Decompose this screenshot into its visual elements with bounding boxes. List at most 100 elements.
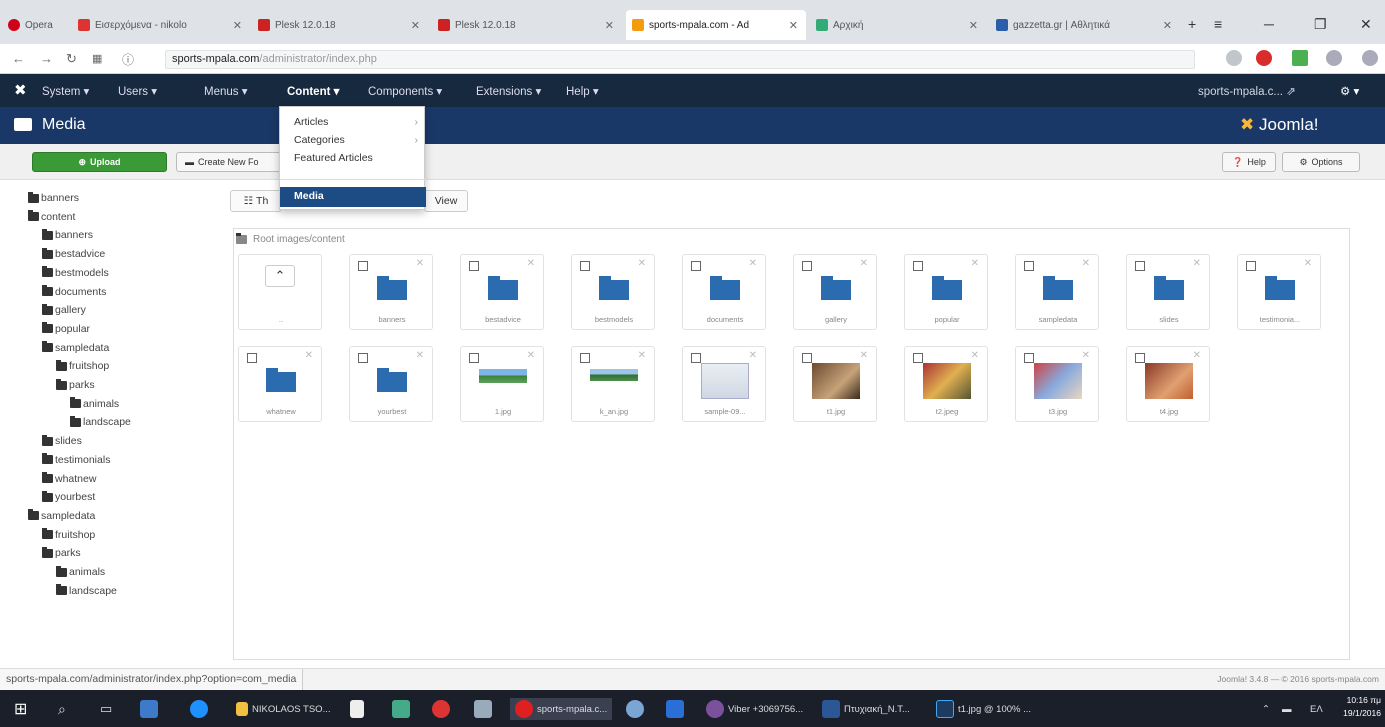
close-icon[interactable]: ✕ (605, 19, 614, 32)
help-button[interactable]: ❓ Help (1222, 152, 1276, 172)
delete-icon[interactable]: ✕ (1193, 350, 1201, 361)
tab-menu-icon[interactable]: ≡ (1214, 16, 1222, 32)
tray-up-icon[interactable]: ⌃ (1262, 698, 1270, 720)
menu-components[interactable]: Components ▾ (368, 84, 442, 98)
tree-item[interactable]: yourbest (42, 490, 95, 503)
edge-icon[interactable] (190, 698, 208, 720)
delete-icon[interactable]: ✕ (1304, 258, 1312, 269)
menu-users[interactable]: Users ▾ (118, 84, 157, 98)
opera-menu-button[interactable]: Opera (2, 10, 68, 40)
folder-item[interactable]: ✕ whatnew (238, 346, 322, 422)
select-checkbox[interactable] (802, 261, 812, 271)
taskbar-item-explorer[interactable]: NIKOLAOS TSO... (236, 698, 331, 720)
delete-icon[interactable]: ✕ (305, 350, 313, 361)
folder-item[interactable]: ✕ bestmodels (571, 254, 655, 330)
select-checkbox[interactable] (913, 261, 923, 271)
tree-item[interactable]: content (28, 210, 75, 223)
store-icon[interactable] (350, 698, 364, 720)
taskbar-item-word[interactable]: Πτυχιακή_Ν.Τ... (822, 698, 910, 720)
tree-item[interactable]: fruitshop (56, 359, 109, 372)
extension-icon[interactable] (1326, 50, 1342, 66)
tree-item[interactable]: landscape (70, 415, 131, 428)
delete-icon[interactable]: ✕ (1082, 350, 1090, 361)
language-indicator[interactable]: ΕΛ (1310, 698, 1323, 720)
tree-item[interactable]: bestadvice (42, 247, 105, 260)
select-checkbox[interactable] (469, 353, 479, 363)
tab-arxiki[interactable]: Αρχική ✕ (810, 10, 986, 40)
folder-item[interactable]: ✕ popular (904, 254, 988, 330)
tab-sports-mpala[interactable]: sports-mpala.com - Ad ✕ (626, 10, 806, 40)
folder-item[interactable]: ✕ bestadvice (460, 254, 544, 330)
menu-menus[interactable]: Menus ▾ (204, 84, 247, 98)
maximize-icon[interactable]: ❐ (1314, 16, 1327, 33)
image-item[interactable]: ✕ t1.jpg (793, 346, 877, 422)
menu-extensions[interactable]: Extensions ▾ (476, 84, 541, 98)
message-icon[interactable]: ▬ (1282, 698, 1292, 720)
folder-item[interactable]: ✕ banners (349, 254, 433, 330)
task-view-icon[interactable]: ▭ (100, 698, 112, 720)
select-checkbox[interactable] (802, 353, 812, 363)
select-checkbox[interactable] (358, 261, 368, 271)
tree-item[interactable]: parks (56, 378, 95, 391)
select-checkbox[interactable] (580, 261, 590, 271)
windows-start-icon[interactable]: ⊞ (14, 698, 27, 720)
menu-content[interactable]: Content ▾ (287, 84, 339, 98)
select-checkbox[interactable] (1135, 353, 1145, 363)
app-icon[interactable] (392, 698, 410, 720)
select-checkbox[interactable] (1024, 261, 1034, 271)
menu-help[interactable]: Help ▾ (566, 84, 599, 98)
image-item[interactable]: ✕ sample-09... (682, 346, 766, 422)
upload-button[interactable]: ⊕ Upload (32, 152, 167, 172)
taskbar-item-viber[interactable]: Viber +3069756... (706, 698, 803, 720)
delete-icon[interactable]: ✕ (971, 258, 979, 269)
dropdown-item-articles[interactable]: Articles › (280, 113, 426, 131)
tree-item[interactable]: slides (42, 434, 82, 447)
minimize-icon[interactable]: ─ (1264, 16, 1274, 32)
thumbnail-view-button[interactable]: ☷ Th (230, 190, 282, 212)
image-item[interactable]: ✕ t4.jpg (1126, 346, 1210, 422)
taskbar-item-opera[interactable]: sports-mpala.c... (510, 698, 613, 720)
tree-item[interactable]: fruitshop (42, 528, 95, 541)
delete-icon[interactable]: ✕ (749, 350, 757, 361)
settings-menu[interactable]: ⚙ ▾ (1340, 84, 1359, 98)
folder-item[interactable]: ✕ testimonia... (1237, 254, 1321, 330)
image-item[interactable]: ✕ k_an.jpg (571, 346, 655, 422)
folder-item[interactable]: ✕ slides (1126, 254, 1210, 330)
site-link[interactable]: sports-mpala.c... ⇗ (1198, 84, 1296, 98)
tab-gazzetta[interactable]: gazzetta.gr | Αθλητικά ✕ (990, 10, 1180, 40)
heart-icon[interactable] (1226, 50, 1242, 66)
close-icon[interactable]: ✕ (233, 19, 242, 32)
joomla-logo-icon[interactable]: ✖ (14, 81, 27, 99)
tree-item[interactable]: animals (70, 397, 119, 410)
tab-gmail[interactable]: Εισερχόμενα - nikolo ✕ (72, 10, 250, 40)
folder-item[interactable]: ✕ yourbest (349, 346, 433, 422)
site-info-icon[interactable]: ⓘ (122, 51, 134, 68)
tree-item[interactable]: animals (56, 565, 105, 578)
delete-icon[interactable]: ✕ (860, 350, 868, 361)
delete-icon[interactable]: ✕ (638, 350, 646, 361)
close-icon[interactable]: ✕ (789, 19, 798, 32)
select-checkbox[interactable] (1246, 261, 1256, 271)
app-icon[interactable] (432, 698, 450, 720)
dropdown-item-media[interactable]: Media (280, 187, 426, 207)
clock[interactable]: 10:16 πμ 19/1/2016 (1343, 694, 1381, 720)
image-item[interactable]: ✕ 1.jpg (460, 346, 544, 422)
select-checkbox[interactable] (1024, 353, 1034, 363)
taskbar-item-photoshop[interactable]: t1.jpg @ 100% ... (936, 698, 1031, 720)
app-icon[interactable] (474, 698, 492, 720)
create-folder-button[interactable]: ▬ Create New Fo (176, 152, 284, 172)
dropdown-item-featured[interactable]: Featured Articles (280, 149, 426, 167)
folder-item[interactable]: ✕ gallery (793, 254, 877, 330)
select-checkbox[interactable] (913, 353, 923, 363)
tree-item[interactable]: documents (42, 285, 106, 298)
tree-item[interactable]: sampledata (28, 509, 95, 522)
close-icon[interactable]: ✕ (1163, 19, 1172, 32)
tree-item[interactable]: gallery (42, 303, 86, 316)
tree-item[interactable]: banners (42, 228, 93, 241)
image-item[interactable]: ✕ t2.jpeg (904, 346, 988, 422)
select-checkbox[interactable] (247, 353, 257, 363)
select-checkbox[interactable] (691, 261, 701, 271)
folder-item[interactable]: ✕ sampledata (1015, 254, 1099, 330)
tree-item[interactable]: popular (42, 322, 90, 335)
tree-item[interactable]: sampledata (42, 341, 109, 354)
